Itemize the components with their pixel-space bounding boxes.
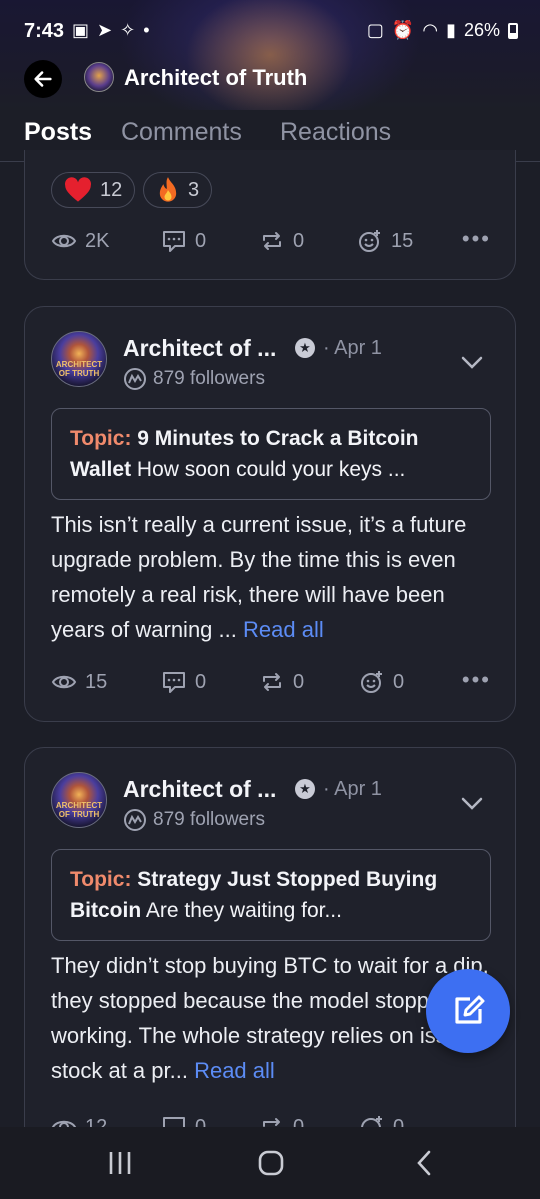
chevron-down-icon[interactable] <box>459 349 485 375</box>
reposts-count: 0 <box>293 670 305 693</box>
battery-percent: 26% <box>463 20 500 40</box>
recents-icon <box>109 1152 131 1174</box>
author-avatar[interactable]: ARCHITECT OF TRUTH <box>51 331 107 387</box>
author-name[interactable]: Architect of ... <box>123 335 276 362</box>
followers-info: 879 followers <box>123 808 265 832</box>
eye-icon <box>51 675 77 689</box>
post-date: · Apr 1 <box>323 337 382 359</box>
tab-reactions[interactable]: Reactions <box>280 118 391 147</box>
views-stat: 2K <box>51 228 109 254</box>
react-button[interactable]: 15 <box>357 228 413 254</box>
comment-icon <box>163 231 185 252</box>
repost-icon <box>263 673 281 691</box>
verified-badge-icon: ★ <box>295 779 315 799</box>
coinmarketcap-icon <box>124 809 146 831</box>
compose-post-button[interactable] <box>426 969 510 1053</box>
views-count: 2K <box>85 229 110 252</box>
wifi-icon: ◠ <box>422 20 439 40</box>
reaction-chip-fire[interactable]: 3 <box>143 172 213 208</box>
react-button[interactable]: 0 <box>359 669 404 695</box>
topic-box[interactable]: Topic: Strategy Just Stopped Buying Bitc… <box>51 849 491 941</box>
app-screen: 7:43 ▣ ➤ ✧ • ▢ ⏰ ◠ ▮ 26% Architect of Tr… <box>0 0 540 1199</box>
top-bar: Architect of Truth <box>0 56 540 102</box>
comments-button[interactable]: 0 <box>161 228 206 254</box>
topic-box[interactable]: Topic: 9 Minutes to Crack a Bitcoin Wall… <box>51 408 491 500</box>
reactions-count: 0 <box>393 670 405 693</box>
status-time: 7:43 <box>24 20 65 42</box>
add-reaction-icon <box>359 230 380 252</box>
comments-count: 0 <box>195 229 207 252</box>
read-all-link[interactable]: Read all <box>194 1058 275 1083</box>
author-name[interactable]: Architect of ... <box>123 776 276 803</box>
reaction-chip-heart[interactable]: 12 <box>51 172 136 208</box>
repost-button[interactable]: 0 <box>259 228 304 254</box>
coinmarketcap-icon <box>124 368 146 390</box>
repost-icon <box>263 232 281 250</box>
chevron-left-icon <box>417 1150 431 1176</box>
edit-icon <box>455 995 485 1024</box>
notification-icons: ▣ ➤ ✧ • <box>72 20 150 41</box>
comments-count: 0 <box>195 670 207 693</box>
repost-button[interactable]: 0 <box>259 669 304 695</box>
views-count: 15 <box>85 670 108 693</box>
status-bar: 7:43 ▣ ➤ ✧ • ▢ ⏰ ◠ ▮ 26% <box>0 0 540 60</box>
lock-icon: ▢ <box>366 20 384 40</box>
reaction-count: 12 <box>100 178 123 201</box>
add-reaction-icon <box>361 671 382 693</box>
author-avatar[interactable]: ARCHITECT OF TRUTH <box>51 772 107 828</box>
post-date: · Apr 1 <box>323 778 382 800</box>
dot-icon: • <box>143 20 150 40</box>
heart-icon <box>65 177 91 202</box>
read-all-link[interactable]: Read all <box>243 617 324 642</box>
reactions-count: 15 <box>391 229 414 252</box>
reposts-count: 0 <box>293 229 305 252</box>
system-nav-bar <box>0 1127 540 1199</box>
gallery-icon: ▣ <box>72 20 90 40</box>
page-title: Architect of Truth <box>124 65 308 90</box>
fire-icon <box>159 177 177 202</box>
arrow-left-icon <box>34 71 52 87</box>
chevron-down-icon[interactable] <box>459 790 485 816</box>
verified-badge-icon: ★ <box>295 338 315 358</box>
followers-count: 879 followers <box>153 368 265 389</box>
eye-icon <box>51 234 77 248</box>
post-card[interactable]: ARCHITECT OF TRUTH Architect of ... ★ · … <box>24 306 516 722</box>
post-body[interactable]: This isn’t really a current issue, it’s … <box>51 507 501 647</box>
battery-icon <box>508 22 518 39</box>
tab-comments[interactable]: Comments <box>121 118 242 147</box>
avatar-logo-text: ARCHITECT OF TRUTH <box>55 360 103 378</box>
home-button[interactable] <box>251 1147 291 1179</box>
recents-button[interactable] <box>100 1147 140 1179</box>
telegram-icon: ➤ <box>97 20 113 40</box>
followers-info: 879 followers <box>123 367 265 391</box>
topic-label: Topic: <box>70 427 132 450</box>
system-back-button[interactable] <box>404 1147 444 1179</box>
system-icons: ▢ ⏰ ◠ ▮ 26% <box>367 20 518 41</box>
post-card[interactable]: ARCHITECT OF TRUTH Architect of ... ★ · … <box>24 747 516 1167</box>
comments-button[interactable]: 0 <box>161 669 206 695</box>
home-icon <box>258 1150 284 1176</box>
assistant-icon: ✧ <box>120 20 136 40</box>
topic-snippet: Are they waiting for... <box>145 899 342 922</box>
post-stats: 2K 0 0 15 ••• <box>51 226 491 258</box>
comment-icon <box>163 672 185 693</box>
more-options-icon[interactable]: ••• <box>462 226 491 252</box>
back-button[interactable] <box>24 60 62 98</box>
more-options-icon[interactable]: ••• <box>462 667 491 693</box>
post-card: 12 3 2K 0 0 15 ••• <box>24 150 516 280</box>
header-avatar[interactable] <box>84 62 114 92</box>
followers-count: 879 followers <box>153 809 265 830</box>
avatar-logo-text: ARCHITECT OF TRUTH <box>55 801 103 819</box>
signal-icon: ▮ <box>446 20 456 40</box>
views-stat: 15 <box>51 669 107 695</box>
alarm-icon: ⏰ <box>391 20 415 40</box>
tab-posts[interactable]: Posts <box>24 118 92 147</box>
topic-snippet: How soon could your keys ... <box>136 458 406 481</box>
post-stats: 15 0 0 0 ••• <box>51 667 491 699</box>
reaction-count: 3 <box>188 178 200 201</box>
topic-label: Topic: <box>70 868 132 891</box>
